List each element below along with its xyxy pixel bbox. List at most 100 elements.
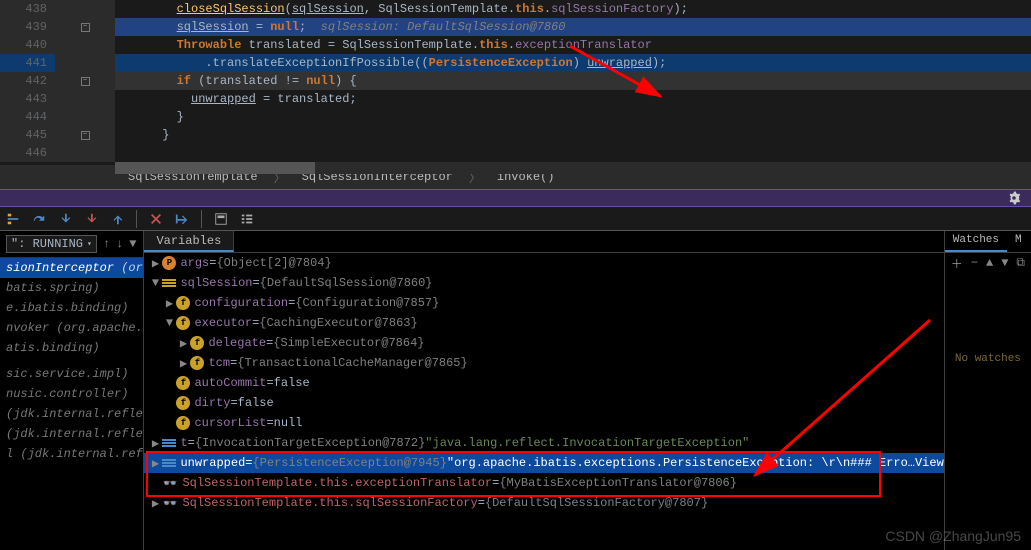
code-line[interactable]: 443 unwrapped = translated; xyxy=(0,90,1031,108)
stack-frame[interactable]: sionInterceptor (org.mybatis.spring) xyxy=(0,258,143,278)
variable-row[interactable]: ▼sqlSession = {DefaultSqlSession@7860} xyxy=(144,273,943,293)
scroll-thumb[interactable] xyxy=(115,162,315,174)
stack-frame[interactable]: atis.binding) xyxy=(0,338,143,358)
step-into-icon[interactable] xyxy=(58,212,72,226)
tab-variables[interactable]: Variables xyxy=(144,231,234,252)
tree-toggle[interactable]: ▼ xyxy=(148,276,162,290)
line-number[interactable]: 438 xyxy=(0,0,55,18)
tab-memory[interactable]: M xyxy=(1007,231,1030,252)
tree-toggle[interactable]: ▶ xyxy=(176,336,190,351)
gutter[interactable] xyxy=(55,54,115,72)
stack-frame[interactable]: sic.service.impl) xyxy=(0,364,143,384)
gutter[interactable] xyxy=(55,0,115,18)
line-number[interactable]: 442 xyxy=(0,72,55,90)
code-line[interactable]: 439− sqlSession = null; sqlSession: Defa… xyxy=(0,18,1031,36)
variable-row[interactable]: ▶👓SqlSessionTemplate.this.sqlSessionFact… xyxy=(144,493,943,513)
code-content[interactable]: Throwable translated = SqlSessionTemplat… xyxy=(115,36,1031,54)
gutter[interactable] xyxy=(55,144,115,162)
evaluate-icon[interactable] xyxy=(214,212,228,226)
stack-frame[interactable]: e.ibatis.binding) xyxy=(0,298,143,318)
stack-frame[interactable]: (jdk.internal.reflect) xyxy=(0,424,143,444)
variable-row[interactable]: ▶unwrapped = {PersistenceException@7945}… xyxy=(144,453,943,473)
line-number[interactable]: 443 xyxy=(0,90,55,108)
variable-row[interactable]: fdirty = false xyxy=(144,393,943,413)
horizontal-scrollbar[interactable] xyxy=(115,162,1031,174)
prev-frame-icon[interactable]: ↑ xyxy=(103,237,110,251)
remove-watch-icon[interactable]: − xyxy=(971,256,978,270)
tree-toggle[interactable]: ▶ xyxy=(162,296,176,311)
step-out-icon[interactable] xyxy=(110,212,124,226)
gutter[interactable] xyxy=(55,108,115,126)
thread-dropdown[interactable]: ": RUNNING ▾ xyxy=(6,235,97,253)
down-icon[interactable]: ▼ xyxy=(1001,256,1008,270)
step-over-icon[interactable] xyxy=(32,212,46,226)
var-name: sqlSession xyxy=(180,276,252,290)
variable-row[interactable]: ▼fexecutor = {CachingExecutor@7863} xyxy=(144,313,943,333)
variable-row[interactable]: fcursorList = null xyxy=(144,413,943,433)
tab-watches[interactable]: Watches xyxy=(945,231,1007,252)
stack-frame[interactable]: l (jdk.internal.reflect) xyxy=(0,444,143,464)
code-content[interactable]: } xyxy=(115,108,1031,126)
stack-frame[interactable]: nusic.controller) xyxy=(0,384,143,404)
stack-frame[interactable]: nvoker (org.apache.ibatis.binding xyxy=(0,318,143,338)
gutter[interactable]: − xyxy=(55,72,115,90)
gutter[interactable]: − xyxy=(55,126,115,144)
next-frame-icon[interactable]: ↓ xyxy=(116,237,123,251)
code-line[interactable]: 442− if (translated != null) { xyxy=(0,72,1031,90)
tree-toggle[interactable]: ▶ xyxy=(148,496,162,511)
show-exec-point-icon[interactable] xyxy=(6,212,20,226)
gutter[interactable] xyxy=(55,90,115,108)
code-line[interactable]: 444 } xyxy=(0,108,1031,126)
gear-icon[interactable] xyxy=(1007,191,1021,205)
stack-frame[interactable]: (jdk.internal.reflect) xyxy=(0,404,143,424)
watches-panel[interactable]: Watches M ＋ − ▲ ▼ ⧉ No watches xyxy=(944,231,1031,550)
tree-toggle[interactable]: ▶ xyxy=(148,456,162,471)
code-content[interactable]: unwrapped = translated; xyxy=(115,90,1031,108)
filter-icon[interactable]: ▼ xyxy=(129,237,136,251)
line-number[interactable]: 446 xyxy=(0,144,55,162)
code-line[interactable]: 438 closeSqlSession(sqlSession, SqlSessi… xyxy=(0,0,1031,18)
line-number[interactable]: 445 xyxy=(0,126,55,144)
line-number[interactable]: 444 xyxy=(0,108,55,126)
trace-icon[interactable] xyxy=(240,212,254,226)
code-content[interactable]: closeSqlSession(sqlSession, SqlSessionTe… xyxy=(115,0,1031,18)
variable-row[interactable]: ▶ftcm = {TransactionalCacheManager@7865} xyxy=(144,353,943,373)
drop-frame-icon[interactable] xyxy=(149,212,163,226)
line-number[interactable]: 440 xyxy=(0,36,55,54)
code-editor[interactable]: 438 closeSqlSession(sqlSession, SqlSessi… xyxy=(0,0,1031,165)
view-link[interactable]: View xyxy=(915,456,944,470)
code-content[interactable]: } xyxy=(115,126,1031,144)
copy-icon[interactable]: ⧉ xyxy=(1016,256,1025,270)
variable-row[interactable]: 👓SqlSessionTemplate.this.exceptionTransl… xyxy=(144,473,943,493)
stack-frame[interactable]: batis.spring) xyxy=(0,278,143,298)
variable-row[interactable]: ▶Pargs = {Object[2]@7804} xyxy=(144,253,943,273)
tree-toggle[interactable]: ▶ xyxy=(148,256,162,271)
variable-row[interactable]: fautoCommit = false xyxy=(144,373,943,393)
up-icon[interactable]: ▲ xyxy=(986,256,993,270)
tree-toggle[interactable]: ▶ xyxy=(148,436,162,451)
variable-row[interactable]: ▶t = {InvocationTargetException@7872} "j… xyxy=(144,433,943,453)
object-icon xyxy=(162,439,176,447)
code-line[interactable]: 441 .translateExceptionIfPossible((Persi… xyxy=(0,54,1031,72)
frames-panel[interactable]: ": RUNNING ▾ ↑ ↓ ▼ sionInterceptor (org.… xyxy=(0,231,144,550)
variable-row[interactable]: ▶fdelegate = {SimpleExecutor@7864} xyxy=(144,333,943,353)
code-content[interactable]: if (translated != null) { xyxy=(115,72,1031,90)
var-value: {DefaultSqlSessionFactory@7807} xyxy=(485,496,708,510)
code-line[interactable]: 445− } xyxy=(0,126,1031,144)
run-to-cursor-icon[interactable] xyxy=(175,212,189,226)
force-step-into-icon[interactable] xyxy=(84,212,98,226)
code-line[interactable]: 446 xyxy=(0,144,1031,162)
tree-toggle[interactable]: ▼ xyxy=(162,316,176,330)
line-number[interactable]: 441 xyxy=(0,54,55,72)
code-content[interactable]: sqlSession = null; sqlSession: DefaultSq… xyxy=(115,18,1031,36)
code-content[interactable]: .translateExceptionIfPossible((Persisten… xyxy=(115,54,1031,72)
code-content[interactable] xyxy=(115,144,1031,162)
gutter[interactable]: − xyxy=(55,18,115,36)
variable-row[interactable]: ▶fconfiguration = {Configuration@7857} xyxy=(144,293,943,313)
code-line[interactable]: 440 Throwable translated = SqlSessionTem… xyxy=(0,36,1031,54)
gutter[interactable] xyxy=(55,36,115,54)
add-watch-icon[interactable]: ＋ xyxy=(951,255,963,272)
variables-tree[interactable]: ▶Pargs = {Object[2]@7804}▼sqlSession = {… xyxy=(144,253,943,550)
line-number[interactable]: 439 xyxy=(0,18,55,36)
tree-toggle[interactable]: ▶ xyxy=(176,356,190,371)
